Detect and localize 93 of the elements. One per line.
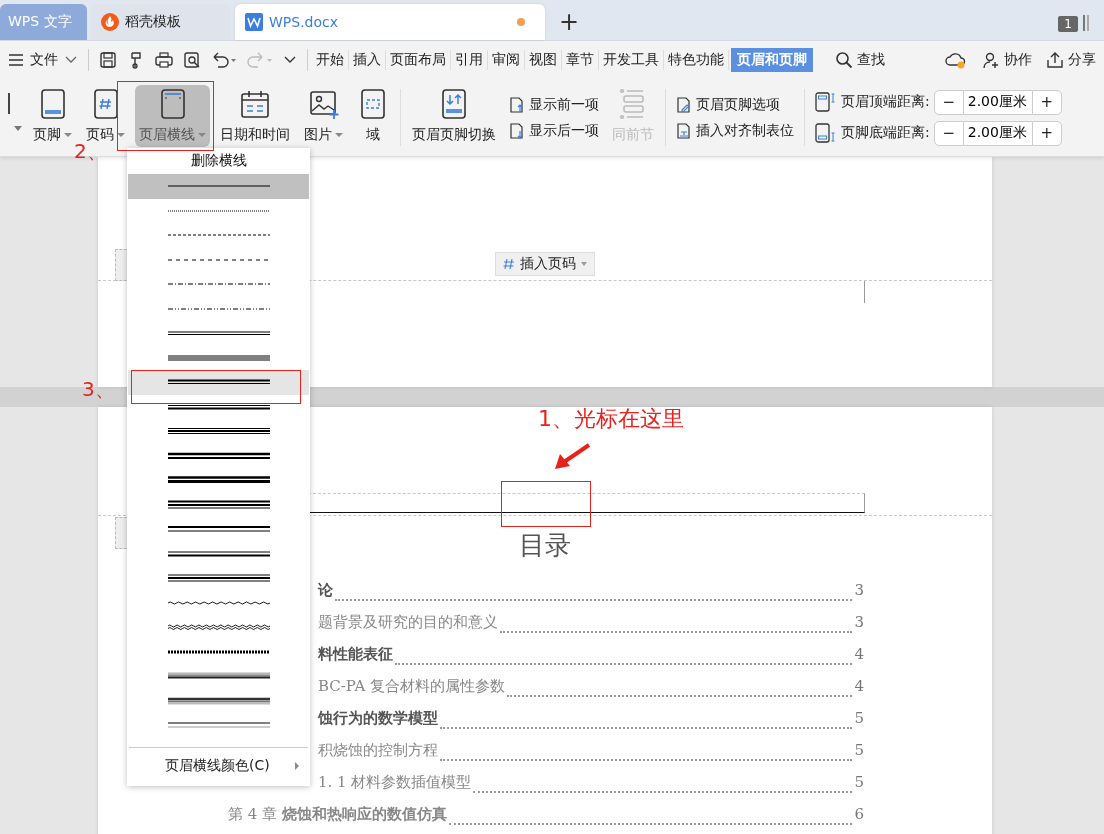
ribbon-button[interactable]: 页眉横线 [135,85,210,147]
show-next-button[interactable]: 显示后一项 [509,121,599,140]
ribbon-tab[interactable]: 视图 [527,48,559,72]
preview-icon[interactable] [182,50,202,70]
toc-entry[interactable]: BC-PA 复合材料的属性参数 [318,677,506,696]
increment-button[interactable]: + [1031,89,1062,115]
page-number: 3 [854,581,864,599]
toc-entry[interactable]: 论 [318,581,333,600]
file-menu[interactable]: 文件 [8,47,78,73]
ribbon-button[interactable]: 页脚 [29,85,76,147]
line-sample-icon [167,498,270,511]
distance-field[interactable]: 2.00厘米 [963,89,1032,115]
ribbon-tab[interactable]: 页面布局 [388,48,448,72]
calendar-icon [239,88,271,120]
insert-page-number-button[interactable]: 插入页码 [495,252,595,276]
menu-icon [8,53,24,67]
document-tab[interactable]: WPS.docx [235,4,545,40]
new-tab-button[interactable]: + [549,4,589,40]
share-icon [1046,51,1064,69]
panel-icon[interactable] [1082,14,1090,32]
toc-entry[interactable]: 第 4 章 烧蚀和热响应的数值仿真 [228,805,447,824]
flame-icon [101,13,119,31]
toc-entry[interactable]: 1. 1 材料参数插值模型 [318,773,472,792]
ribbon-tab[interactable]: 插入 [351,48,383,72]
caret-icon[interactable] [14,125,22,132]
ribbon-tab[interactable]: 审阅 [490,48,522,72]
annotation-text: 3、 [82,376,115,403]
toc-entry[interactable]: 积烧蚀的控制方程 [318,741,438,760]
caret-icon [198,132,206,138]
pointer-arrow [552,442,592,472]
header-distance-icon [815,92,837,112]
page-number: 3 [854,613,864,631]
share-button[interactable]: 分享 [1046,51,1096,69]
switch-header-footer-button[interactable]: 页眉页脚切换 [408,85,500,147]
ribbon-tab[interactable]: 章节 [564,48,596,72]
ribbon-button[interactable]: 域 [353,85,393,147]
ribbon-tab[interactable]: 引用 [453,48,485,72]
show-previous-button[interactable]: 显示前一项 [509,95,599,114]
unsaved-dot [517,18,525,26]
window-count-badge[interactable]: 1 [1058,16,1078,32]
submenu-arrow-icon [294,761,300,770]
search-icon [835,51,853,69]
remove-line-option[interactable]: 删除横线 [127,148,310,174]
ribbon-button[interactable]: 图片 [300,85,347,147]
ribbon-button[interactable]: 日期和时间 [216,85,294,147]
page-number: 5 [854,741,864,759]
caret-icon [580,261,588,267]
annotation-text: 1、光标在这里 [538,405,684,433]
page-edit-icon [676,95,692,114]
tab-stop-icon [676,121,692,140]
line-sample-icon [167,572,270,585]
toc-entry[interactable]: 题背景及研究的目的和意义 [318,613,498,632]
image-icon [307,88,340,120]
spinner-label: 页眉顶端距离: [841,93,930,111]
decrement-button[interactable]: − [933,89,964,115]
page-number-icon [502,257,516,271]
caret-icon [335,132,343,138]
ribbon-tab[interactable]: 特色功能 [666,48,726,72]
document-tab[interactable]: 稻壳模板 [91,4,231,40]
page-number: 4 [854,645,864,663]
chevron-icon [64,55,78,65]
toc-title: 目录 [519,529,571,562]
ribbon-tab[interactable]: 开始 [314,48,346,72]
header-footer-options-button[interactable]: 页眉页脚选项 [676,95,794,114]
distance-spinner[interactable]: − 2.00厘米 + [933,89,1062,115]
cloud-icon[interactable] [944,50,968,70]
print-icon[interactable] [154,50,174,70]
insert-tab-stop-button[interactable]: 插入对齐制表位 [676,121,794,140]
page-up-icon [509,95,525,114]
page-down-icon [509,121,525,140]
page-number: 4 [854,677,864,695]
collaborate-button[interactable]: 协作 [982,51,1032,69]
line-color-option[interactable]: 页眉横线颜色(C) [127,747,310,784]
document-icon [245,13,263,31]
find-button[interactable]: 查找 [835,51,885,69]
person-add-icon [982,51,1000,69]
page-number: 6 [854,805,864,823]
ribbon-tab[interactable]: 开发工具 [601,48,661,72]
page-number: 5 [854,773,864,791]
margin-mark [864,281,865,303]
spinner-label: 页脚底端距离: [841,124,930,142]
save-icon[interactable] [98,50,118,70]
increment-button[interactable]: + [1031,120,1062,146]
decrement-button[interactable]: − [933,120,964,146]
footer-distance-icon [815,123,837,143]
page-number: 5 [854,709,864,727]
caret-icon [117,132,125,138]
toc-entry[interactable]: 料性能表征 [318,645,393,664]
caret-icon [64,132,72,138]
distance-spinner[interactable]: − 2.00厘米 + [933,120,1062,146]
toc-entry[interactable]: 蚀行为的数学模型 [318,709,438,728]
line-style-option[interactable] [128,370,309,395]
distance-field[interactable]: 2.00厘米 [963,120,1032,146]
